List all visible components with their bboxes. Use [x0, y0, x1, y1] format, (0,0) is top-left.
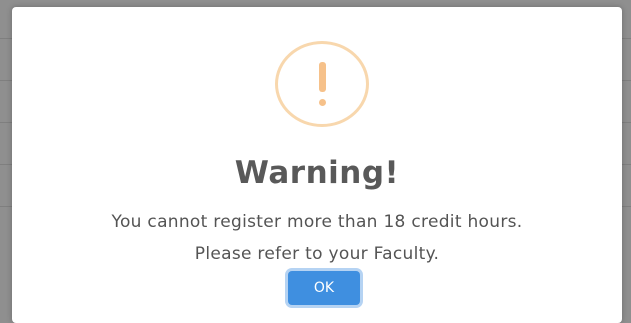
dialog-message-line-1: You cannot register more than 18 credit … [111, 212, 523, 232]
dialog-message-line-2: Please refer to your Faculty. [194, 244, 440, 264]
exclamation-bar [319, 62, 326, 92]
ok-button[interactable]: OK [288, 271, 360, 305]
warning-dialog: Warning! You cannot register more than 1… [12, 7, 622, 323]
dialog-title: Warning! [234, 155, 400, 191]
exclamation-dot [319, 99, 326, 106]
exclamation-icon [275, 41, 369, 127]
